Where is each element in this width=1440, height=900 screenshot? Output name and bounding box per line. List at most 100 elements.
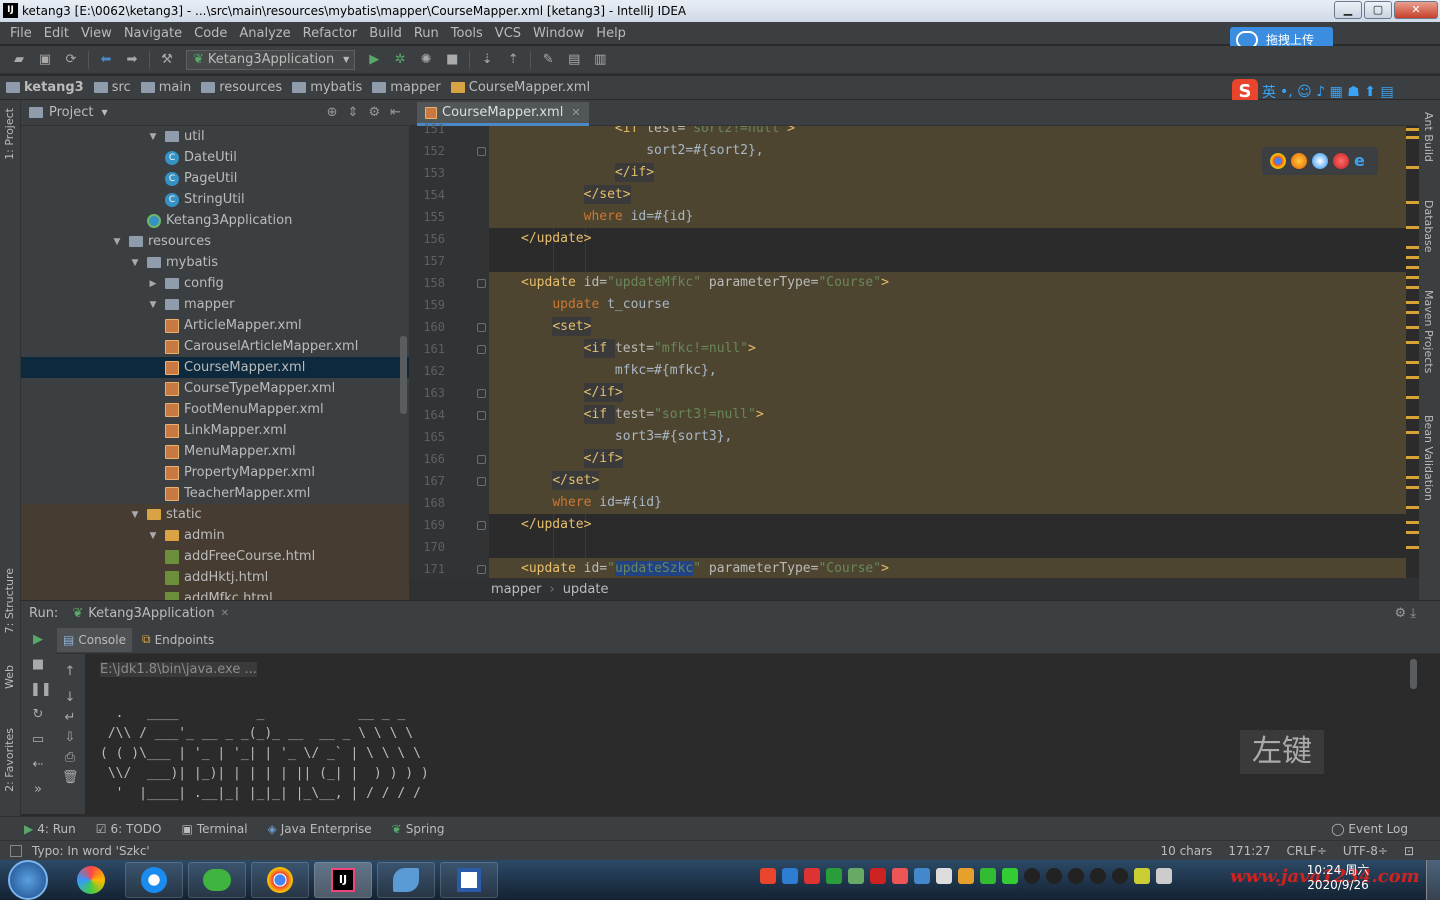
tray-shield-icon[interactable] <box>782 868 798 884</box>
code-line[interactable]: <if test="sort2!=null"> <box>489 126 1406 140</box>
maximize-button[interactable]: ▢ <box>1364 1 1392 19</box>
close-icon[interactable]: ✕ <box>571 106 580 119</box>
code-line[interactable]: <update id="updateMfkc" parameterType="C… <box>489 272 1406 294</box>
stripe-mark[interactable] <box>1406 486 1419 489</box>
app-browser-icon[interactable] <box>125 862 183 898</box>
coverage-icon[interactable]: ✺ <box>418 52 434 68</box>
tray-flower-icon[interactable] <box>892 868 908 884</box>
tree-item[interactable]: CarouselArticleMapper.xml <box>21 336 409 357</box>
collapse-all-icon[interactable]: ⇕ <box>348 105 359 120</box>
minimize-button[interactable]: ▁ <box>1334 1 1362 19</box>
tree-item[interactable]: C StringUtil <box>21 189 409 210</box>
crumb-mybatis[interactable]: mybatis <box>292 80 362 95</box>
stripe-mark[interactable] <box>1406 376 1419 379</box>
gear-icon[interactable]: ⚙ <box>368 105 380 120</box>
bean-validation-tool-tab[interactable]: Bean Validation <box>1422 415 1435 501</box>
dump-icon[interactable]: ▭ <box>30 732 46 748</box>
fold-marker-icon[interactable] <box>477 565 486 574</box>
tray-wechat-icon[interactable] <box>1002 868 1018 884</box>
restore-icon[interactable]: ↻ <box>30 707 46 723</box>
arrow-up-icon[interactable]: ↑ <box>62 664 78 680</box>
app-intellij-icon[interactable]: IJ <box>314 862 372 898</box>
app-dolphin-icon[interactable] <box>377 862 435 898</box>
code-line[interactable]: <if test="sort3!=null"> <box>489 404 1406 426</box>
show-desktop-button[interactable] <box>1426 860 1440 900</box>
menu-navigate[interactable]: Navigate <box>118 26 188 41</box>
error-stripe[interactable] <box>1406 126 1419 578</box>
event-log-tab[interactable]: ◯ Event Log <box>1331 822 1408 836</box>
close-button[interactable]: ✕ <box>1394 1 1438 19</box>
lock-icon[interactable]: ⊡ <box>1404 844 1414 858</box>
editor-crumb-update[interactable]: update <box>563 582 609 597</box>
back-icon[interactable]: ⬅ <box>98 52 114 68</box>
app-chrome-icon[interactable] <box>251 862 309 898</box>
tool-tab-spring[interactable]: ❦ Spring <box>392 822 445 836</box>
start-button[interactable] <box>8 860 48 900</box>
tab-console[interactable]: ▤ Console <box>57 627 132 652</box>
fold-marker-icon[interactable] <box>477 279 486 288</box>
stripe-mark[interactable] <box>1406 266 1419 269</box>
tray-s-icon[interactable] <box>870 868 886 884</box>
menu-tools[interactable]: Tools <box>445 26 489 41</box>
tray-clock-icon[interactable] <box>958 868 974 884</box>
menu-vcs[interactable]: VCS <box>489 26 527 41</box>
fold-marker-icon[interactable] <box>477 521 486 530</box>
code-editor[interactable]: <if test="sort2!=null"> sort2=#{sort2}, … <box>489 126 1406 578</box>
tree-item[interactable]: Ketang3Application <box>21 210 409 231</box>
stripe-mark[interactable] <box>1406 531 1419 534</box>
stripe-mark[interactable] <box>1406 476 1419 479</box>
app-wechat-icon[interactable] <box>188 862 246 898</box>
run-config-select[interactable]: ❦ Ketang3Application <box>186 49 356 70</box>
sync-icon[interactable]: ⟳ <box>63 52 79 68</box>
tray-qq-icon[interactable] <box>1046 868 1062 884</box>
opera-icon[interactable] <box>1333 153 1349 169</box>
stripe-mark[interactable] <box>1406 456 1419 459</box>
code-line[interactable] <box>489 250 1406 272</box>
tree-item[interactable]: PropertyMapper.xml <box>21 462 409 483</box>
ime-tool-icons[interactable]: •, ☺ ♪ ▦ ☗ ⬆ ▤ <box>1280 84 1394 100</box>
menu-refactor[interactable]: Refactor <box>297 26 364 41</box>
tree-item[interactable]: LinkMapper.xml <box>21 420 409 441</box>
tray-network-icon[interactable] <box>914 868 930 884</box>
settings-wrench-icon[interactable]: ✎ <box>540 52 556 68</box>
close-icon[interactable]: ✕ <box>221 608 229 619</box>
menu-window[interactable]: Window <box>527 26 590 41</box>
fold-marker-icon[interactable] <box>477 345 486 354</box>
code-line[interactable]: </set> <box>489 184 1406 206</box>
stripe-mark[interactable] <box>1406 128 1419 131</box>
tray-qq-icon[interactable] <box>1090 868 1106 884</box>
fold-marker-icon[interactable] <box>477 455 486 464</box>
crumb-mapper[interactable]: mapper <box>372 80 441 95</box>
tree-item[interactable]: ▼ util <box>21 126 409 147</box>
code-line[interactable]: </if> <box>489 448 1406 470</box>
build-icon[interactable]: ⚒ <box>159 52 175 68</box>
code-line[interactable]: where id=#{id} <box>489 492 1406 514</box>
code-line[interactable]: <update id="updateSzkc" parameterType="C… <box>489 558 1406 578</box>
fold-marker-icon[interactable] <box>477 389 486 398</box>
stripe-mark[interactable] <box>1406 166 1419 169</box>
exit-icon[interactable]: ⇠ <box>30 757 46 773</box>
tree-expand-icon[interactable]: ▼ <box>147 531 159 541</box>
stripe-mark[interactable] <box>1406 431 1419 434</box>
tray-security-icon[interactable] <box>826 868 842 884</box>
stripe-mark[interactable] <box>1406 341 1419 344</box>
tree-item[interactable]: C DateUtil <box>21 147 409 168</box>
tree-item[interactable]: ▼ static <box>21 504 409 525</box>
stripe-mark[interactable] <box>1406 201 1419 204</box>
menu-help[interactable]: Help <box>590 26 632 41</box>
web-tool-tab[interactable]: Web <box>3 665 16 689</box>
stripe-mark[interactable] <box>1406 521 1419 524</box>
tree-expand-icon[interactable]: ▶ <box>147 279 159 289</box>
project-structure-icon[interactable]: ▤ <box>566 52 582 68</box>
tray-window-icon[interactable] <box>936 868 952 884</box>
chevron-down-icon[interactable]: ▼ <box>101 108 107 117</box>
stripe-mark[interactable] <box>1406 286 1419 289</box>
code-line[interactable] <box>489 536 1406 558</box>
more-icon[interactable]: » <box>30 782 46 798</box>
tree-item[interactable]: TeacherMapper.xml <box>21 483 409 504</box>
safari-icon[interactable] <box>1312 153 1328 169</box>
stop-icon[interactable]: ■ <box>30 657 46 673</box>
taskbar-clock[interactable]: 10:24 周六 2020/9/26 <box>1300 863 1376 893</box>
tree-item[interactable]: ArticleMapper.xml <box>21 315 409 336</box>
ie-icon[interactable]: e <box>1354 153 1370 169</box>
